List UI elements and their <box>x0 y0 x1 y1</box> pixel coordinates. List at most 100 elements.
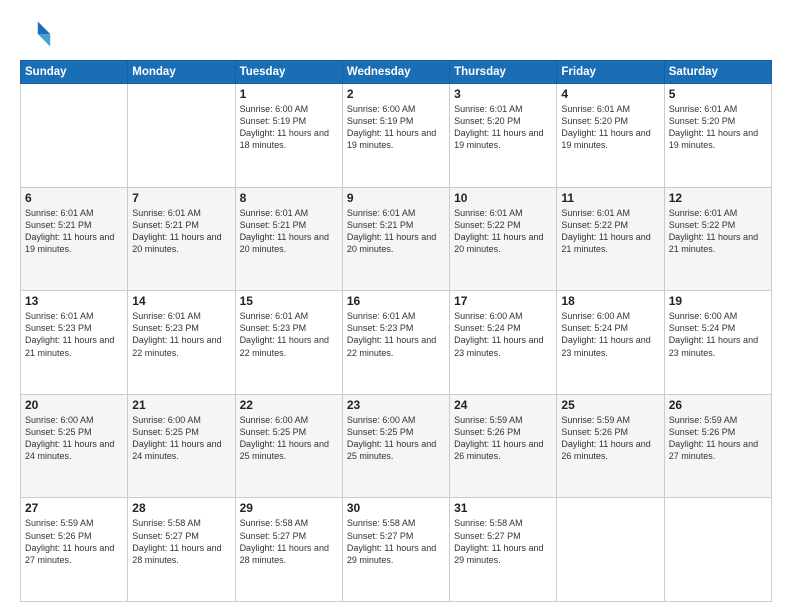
calendar-cell: 15Sunrise: 6:01 AM Sunset: 5:23 PM Dayli… <box>235 291 342 395</box>
day-info: Sunrise: 5:58 AM Sunset: 5:27 PM Dayligh… <box>454 517 552 566</box>
day-info: Sunrise: 6:00 AM Sunset: 5:25 PM Dayligh… <box>347 414 445 463</box>
weekday-header-row: SundayMondayTuesdayWednesdayThursdayFrid… <box>21 61 772 84</box>
calendar-cell: 2 Sunrise: 6:00 AM Sunset: 5:19 PM Daylig… <box>342 84 449 188</box>
day-number: 19 <box>669 294 767 308</box>
weekday-header-tuesday: Tuesday <box>235 61 342 84</box>
week-row-4: 20Sunrise: 6:00 AM Sunset: 5:25 PM Dayli… <box>21 394 772 498</box>
day-number: 26 <box>669 398 767 412</box>
calendar-cell: 23 Sunrise: 6:00 AM Sunset: 5:25 PM Dayli… <box>342 394 449 498</box>
day-number: 24 <box>454 398 552 412</box>
week-row-5: 27 Sunrise: 5:59 AM Sunset: 5:26 PM Dayli… <box>21 498 772 602</box>
calendar-cell: 18 Sunrise: 6:00 AM Sunset: 5:24 PM Dayli… <box>557 291 664 395</box>
day-number: 22 <box>240 398 338 412</box>
day-info: Sunrise: 6:01 AM Sunset: 5:20 PM Dayligh… <box>454 103 552 152</box>
calendar-cell: 22 Sunrise: 6:00 AM Sunset: 5:25 PM Dayli… <box>235 394 342 498</box>
weekday-header-saturday: Saturday <box>664 61 771 84</box>
header <box>20 18 772 50</box>
calendar-cell: 6 Sunrise: 6:01 AM Sunset: 5:21 PM Daylig… <box>21 187 128 291</box>
day-number: 2 <box>347 87 445 101</box>
calendar-cell: 16 Sunrise: 6:01 AM Sunset: 5:23 PM Dayli… <box>342 291 449 395</box>
weekday-header-sunday: Sunday <box>21 61 128 84</box>
calendar-cell: 4Sunrise: 6:01 AM Sunset: 5:20 PM Daylig… <box>557 84 664 188</box>
calendar-cell <box>21 84 128 188</box>
calendar-cell: 21 Sunrise: 6:00 AM Sunset: 5:25 PM Dayli… <box>128 394 235 498</box>
weekday-header-thursday: Thursday <box>450 61 557 84</box>
day-info: Sunrise: 5:59 AM Sunset: 5:26 PM Dayligh… <box>25 517 123 566</box>
calendar-cell: 1 Sunrise: 6:00 AM Sunset: 5:19 PM Daylig… <box>235 84 342 188</box>
calendar-cell: 14Sunrise: 6:01 AM Sunset: 5:23 PM Dayli… <box>128 291 235 395</box>
day-info: Sunrise: 6:00 AM Sunset: 5:25 PM Dayligh… <box>132 414 230 463</box>
calendar-table: SundayMondayTuesdayWednesdayThursdayFrid… <box>20 60 772 602</box>
day-number: 10 <box>454 191 552 205</box>
calendar-cell: 29 Sunrise: 5:58 AM Sunset: 5:27 PM Dayli… <box>235 498 342 602</box>
day-number: 29 <box>240 501 338 515</box>
calendar-cell: 25Sunrise: 5:59 AM Sunset: 5:26 PM Dayli… <box>557 394 664 498</box>
calendar-cell: 24 Sunrise: 5:59 AM Sunset: 5:26 PM Dayli… <box>450 394 557 498</box>
day-info: Sunrise: 5:58 AM Sunset: 5:27 PM Dayligh… <box>347 517 445 566</box>
day-number: 8 <box>240 191 338 205</box>
day-number: 4 <box>561 87 659 101</box>
day-info: Sunrise: 5:58 AM Sunset: 5:27 PM Dayligh… <box>240 517 338 566</box>
day-number: 25 <box>561 398 659 412</box>
page: SundayMondayTuesdayWednesdayThursdayFrid… <box>0 0 792 612</box>
calendar-cell: 13 Sunrise: 6:01 AM Sunset: 5:23 PM Dayli… <box>21 291 128 395</box>
week-row-3: 13 Sunrise: 6:01 AM Sunset: 5:23 PM Dayli… <box>21 291 772 395</box>
day-number: 6 <box>25 191 123 205</box>
logo-icon <box>20 18 52 50</box>
day-number: 16 <box>347 294 445 308</box>
calendar-cell: 9 Sunrise: 6:01 AM Sunset: 5:21 PM Daylig… <box>342 187 449 291</box>
weekday-header-monday: Monday <box>128 61 235 84</box>
day-info: Sunrise: 6:00 AM Sunset: 5:24 PM Dayligh… <box>561 310 659 359</box>
calendar-cell: 3Sunrise: 6:01 AM Sunset: 5:20 PM Daylig… <box>450 84 557 188</box>
day-info: Sunrise: 6:01 AM Sunset: 5:21 PM Dayligh… <box>347 207 445 256</box>
day-number: 18 <box>561 294 659 308</box>
calendar-cell: 5Sunrise: 6:01 AM Sunset: 5:20 PM Daylig… <box>664 84 771 188</box>
day-number: 15 <box>240 294 338 308</box>
day-info: Sunrise: 6:01 AM Sunset: 5:23 PM Dayligh… <box>347 310 445 359</box>
day-info: Sunrise: 6:01 AM Sunset: 5:21 PM Dayligh… <box>240 207 338 256</box>
weekday-header-wednesday: Wednesday <box>342 61 449 84</box>
day-number: 1 <box>240 87 338 101</box>
day-info: Sunrise: 6:00 AM Sunset: 5:24 PM Dayligh… <box>669 310 767 359</box>
day-number: 23 <box>347 398 445 412</box>
day-info: Sunrise: 6:00 AM Sunset: 5:19 PM Dayligh… <box>240 103 338 152</box>
calendar-cell: 19 Sunrise: 6:00 AM Sunset: 5:24 PM Dayli… <box>664 291 771 395</box>
day-number: 31 <box>454 501 552 515</box>
calendar-cell: 11Sunrise: 6:01 AM Sunset: 5:22 PM Dayli… <box>557 187 664 291</box>
calendar-cell: 8 Sunrise: 6:01 AM Sunset: 5:21 PM Daylig… <box>235 187 342 291</box>
day-info: Sunrise: 6:00 AM Sunset: 5:24 PM Dayligh… <box>454 310 552 359</box>
day-number: 12 <box>669 191 767 205</box>
calendar-cell: 26 Sunrise: 5:59 AM Sunset: 5:26 PM Dayli… <box>664 394 771 498</box>
day-number: 27 <box>25 501 123 515</box>
logo <box>20 18 56 50</box>
day-number: 21 <box>132 398 230 412</box>
weekday-header-friday: Friday <box>557 61 664 84</box>
calendar-cell: 7 Sunrise: 6:01 AM Sunset: 5:21 PM Daylig… <box>128 187 235 291</box>
day-info: Sunrise: 6:00 AM Sunset: 5:25 PM Dayligh… <box>240 414 338 463</box>
week-row-2: 6 Sunrise: 6:01 AM Sunset: 5:21 PM Daylig… <box>21 187 772 291</box>
day-number: 9 <box>347 191 445 205</box>
day-info: Sunrise: 5:58 AM Sunset: 5:27 PM Dayligh… <box>132 517 230 566</box>
calendar-cell: 20Sunrise: 6:00 AM Sunset: 5:25 PM Dayli… <box>21 394 128 498</box>
day-info: Sunrise: 6:01 AM Sunset: 5:22 PM Dayligh… <box>669 207 767 256</box>
day-info: Sunrise: 6:01 AM Sunset: 5:21 PM Dayligh… <box>132 207 230 256</box>
calendar-cell: 28Sunrise: 5:58 AM Sunset: 5:27 PM Dayli… <box>128 498 235 602</box>
calendar-cell <box>557 498 664 602</box>
calendar-cell: 10Sunrise: 6:01 AM Sunset: 5:22 PM Dayli… <box>450 187 557 291</box>
calendar-cell: 30 Sunrise: 5:58 AM Sunset: 5:27 PM Dayli… <box>342 498 449 602</box>
day-number: 11 <box>561 191 659 205</box>
calendar-cell: 17Sunrise: 6:00 AM Sunset: 5:24 PM Dayli… <box>450 291 557 395</box>
day-number: 30 <box>347 501 445 515</box>
calendar-cell <box>664 498 771 602</box>
day-number: 13 <box>25 294 123 308</box>
day-number: 7 <box>132 191 230 205</box>
day-info: Sunrise: 6:01 AM Sunset: 5:23 PM Dayligh… <box>25 310 123 359</box>
day-info: Sunrise: 5:59 AM Sunset: 5:26 PM Dayligh… <box>454 414 552 463</box>
day-info: Sunrise: 6:01 AM Sunset: 5:23 PM Dayligh… <box>132 310 230 359</box>
day-info: Sunrise: 6:01 AM Sunset: 5:21 PM Dayligh… <box>25 207 123 256</box>
day-info: Sunrise: 6:00 AM Sunset: 5:19 PM Dayligh… <box>347 103 445 152</box>
day-info: Sunrise: 5:59 AM Sunset: 5:26 PM Dayligh… <box>669 414 767 463</box>
calendar-cell: 12 Sunrise: 6:01 AM Sunset: 5:22 PM Dayli… <box>664 187 771 291</box>
calendar-cell: 31 Sunrise: 5:58 AM Sunset: 5:27 PM Dayli… <box>450 498 557 602</box>
day-info: Sunrise: 6:01 AM Sunset: 5:20 PM Dayligh… <box>669 103 767 152</box>
